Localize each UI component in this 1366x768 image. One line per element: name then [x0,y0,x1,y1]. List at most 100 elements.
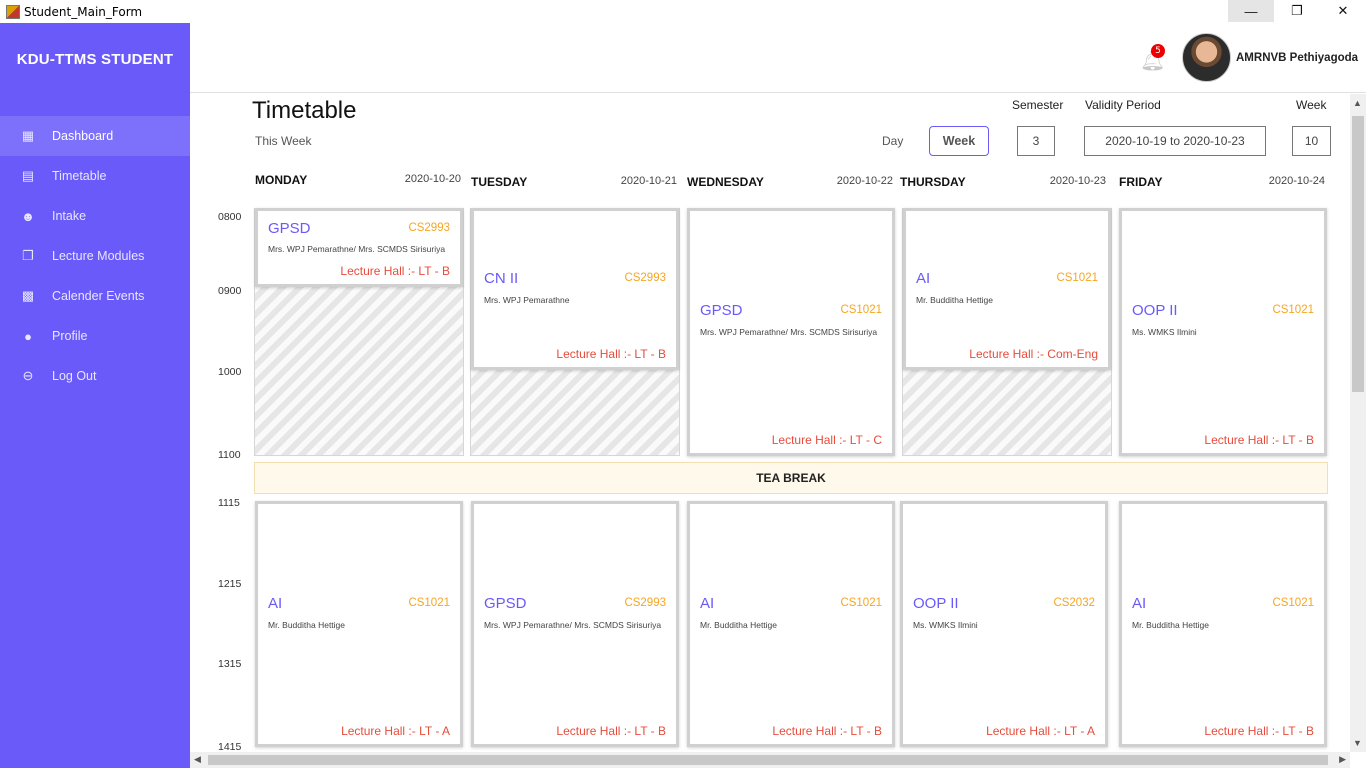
lecture-card[interactable]: OOP II CS1021 Ms. WMKS Ilmini Lecture Ha… [1119,208,1327,456]
sidebar: KDU-TTMS STUDENT ▦ Dashboard ▤ Timetable… [0,23,190,768]
sidebar-item-label: Calender Events [52,289,145,303]
module-code: CS1021 [1056,272,1098,284]
lecture-card[interactable]: AI CS1021 Mr. Budditha Hettige Lecture H… [903,208,1111,370]
day-name: THURSDAY [900,175,966,189]
horizontal-scrollbar[interactable]: ◀ ▶ [190,752,1350,768]
lecture-card[interactable]: GPSD CS2993 Mrs. WPJ Pemarathne/ Mrs. SC… [471,501,679,747]
sidebar-item-label: Intake [52,209,87,223]
module-name: AI [700,595,715,612]
sidebar-item-lecture-modules[interactable]: ❐ Lecture Modules [0,236,190,276]
sidebar-item-dashboard[interactable]: ▦ Dashboard [0,116,190,156]
lecture-card[interactable]: CN II CS2993 Mrs. WPJ Pemarathne Lecture… [471,208,679,370]
module-name: OOP II [1132,302,1178,319]
sidebar-item-profile[interactable]: ● Profile [0,316,190,356]
lecturer-name: Mr. Budditha Hettige [916,295,994,305]
module-code: CS1021 [840,597,882,609]
lecture-hall: Lecture Hall :- LT - B [1204,433,1314,447]
lecture-hall: Lecture Hall :- LT - B [556,724,666,738]
day-view-toggle[interactable]: Day [882,134,903,148]
top-bar: 🔔︎ 5 AMRNVB Pethiyagoda [190,23,1366,93]
time-label: 1100 [218,449,241,461]
sidebar-item-label: Lecture Modules [52,249,145,263]
lecturer-name: Mr. Budditha Hettige [1132,620,1210,630]
sidebar-item-timetable[interactable]: ▤ Timetable [0,156,190,196]
scroll-left-icon[interactable]: ◀ [194,754,201,765]
module-name: OOP II [913,595,959,612]
close-button[interactable]: ✕ [1320,0,1366,22]
day-date: 2020-10-20 [404,173,461,185]
avatar[interactable] [1182,33,1231,82]
module-name: AI [1132,595,1147,612]
time-label: 1415 [218,741,242,752]
horizontal-scroll-thumb[interactable] [208,755,1328,765]
module-code: CS1021 [840,304,882,316]
scroll-up-icon[interactable]: ▲ [1353,98,1362,108]
calendar-icon: ▩ [21,288,35,303]
lecture-card[interactable]: AI CS1021 Mr. Budditha Hettige Lecture H… [687,501,895,747]
scroll-right-icon[interactable]: ▶ [1339,754,1346,765]
validity-period-field[interactable]: 2020-10-19 to 2020-10-23 [1084,126,1266,156]
vertical-scrollbar[interactable]: ▲ ▼ [1350,94,1366,752]
logout-icon: ⊖ [22,368,34,383]
scroll-down-icon[interactable]: ▼ [1353,738,1362,748]
module-name: AI [916,270,931,287]
module-name: CN II [484,270,519,287]
week-label: Week [1296,98,1327,112]
lecturer-name: Mrs. WPJ Pemarathne/ Mrs. SCMDS Sirisuri… [700,327,878,337]
lecture-card[interactable]: AI CS1021 Mr. Budditha Hettige Lecture H… [255,501,463,747]
module-name: GPSD [484,595,527,612]
lecturer-name: Mr. Budditha Hettige [268,620,346,630]
module-name: GPSD [268,220,311,237]
lecture-hall: Lecture Hall :- LT - B [340,264,450,278]
day-name: TUESDAY [471,175,528,189]
sidebar-item-label: Dashboard [52,129,114,143]
lecture-card[interactable]: GPSD CS2993 Mrs. WPJ Pemarathne/ Mrs. SC… [255,208,463,287]
day-header-thursday: THURSDAY 2020-10-23 [900,175,1116,191]
sidebar-item-intake[interactable]: ☻ Intake [0,196,190,236]
time-label: 0800 [218,211,242,223]
module-name: AI [268,595,283,612]
lecture-hall: Lecture Hall :- Com-Eng [969,347,1098,361]
vertical-scroll-thumb[interactable] [1352,116,1364,392]
day-header-friday: FRIDAY 2020-10-24 [1119,175,1335,191]
module-code: CS1021 [408,597,450,609]
lecturer-name: Mr. Budditha Hettige [700,620,778,630]
window-controls: — ❐ ✕ [1228,0,1366,22]
validity-label: Validity Period [1085,98,1161,112]
lecture-hall: Lecture Hall :- LT - A [986,724,1095,738]
minimize-button[interactable]: — [1228,0,1274,22]
lecturer-name: Mrs. WPJ Pemarathne/ Mrs. SCMDS Sirisuri… [268,244,446,254]
module-code: CS2032 [1053,597,1095,609]
day-header-monday: MONDAY 2020-10-20 [255,173,471,189]
time-label: 1000 [218,366,242,378]
week-view-button[interactable]: Week [929,126,989,156]
lecture-hall: Lecture Hall :- LT - A [341,724,450,738]
day-date: 2020-10-23 [1049,175,1106,187]
sidebar-nav: ▦ Dashboard ▤ Timetable ☻ Intake ❐ Lectu… [0,116,190,396]
module-name: GPSD [700,302,743,319]
lecture-card[interactable]: OOP II CS2032 Ms. WMKS Ilmini Lecture Ha… [900,501,1108,747]
day-name: MONDAY [255,173,308,187]
time-label: 0900 [218,285,242,297]
day-header-tuesday: TUESDAY 2020-10-21 [471,175,687,191]
lecturer-name: Mrs. WPJ Pemarathne [484,295,570,305]
module-code: CS1021 [1272,304,1314,316]
module-code: CS2993 [408,222,450,234]
day-header-wednesday: WEDNESDAY 2020-10-22 [687,175,903,191]
group-icon: ☻ [21,208,35,224]
maximize-button[interactable]: ❐ [1274,0,1320,22]
timetable-panel: Timetable This Week Semester Validity Pe… [190,94,1350,752]
lecture-card[interactable]: GPSD CS1021 Mrs. WPJ Pemarathne/ Mrs. SC… [687,208,895,456]
module-code: CS2993 [624,597,666,609]
day-date: 2020-10-24 [1268,175,1325,187]
time-label: 1215 [218,578,242,590]
semester-field[interactable]: 3 [1017,126,1055,156]
sidebar-item-calender-events[interactable]: ▩ Calender Events [0,276,190,316]
lecturer-name: Ms. WMKS Ilmini [1132,327,1197,337]
user-name: AMRNVB Pethiyagoda [1236,52,1359,64]
sidebar-item-log-out[interactable]: ⊖ Log Out [0,356,190,396]
week-number-field[interactable]: 10 [1292,126,1331,156]
page-title: Timetable [252,97,357,124]
profile-icon: ● [24,328,32,344]
lecture-card[interactable]: AI CS1021 Mr. Budditha Hettige Lecture H… [1119,501,1327,747]
